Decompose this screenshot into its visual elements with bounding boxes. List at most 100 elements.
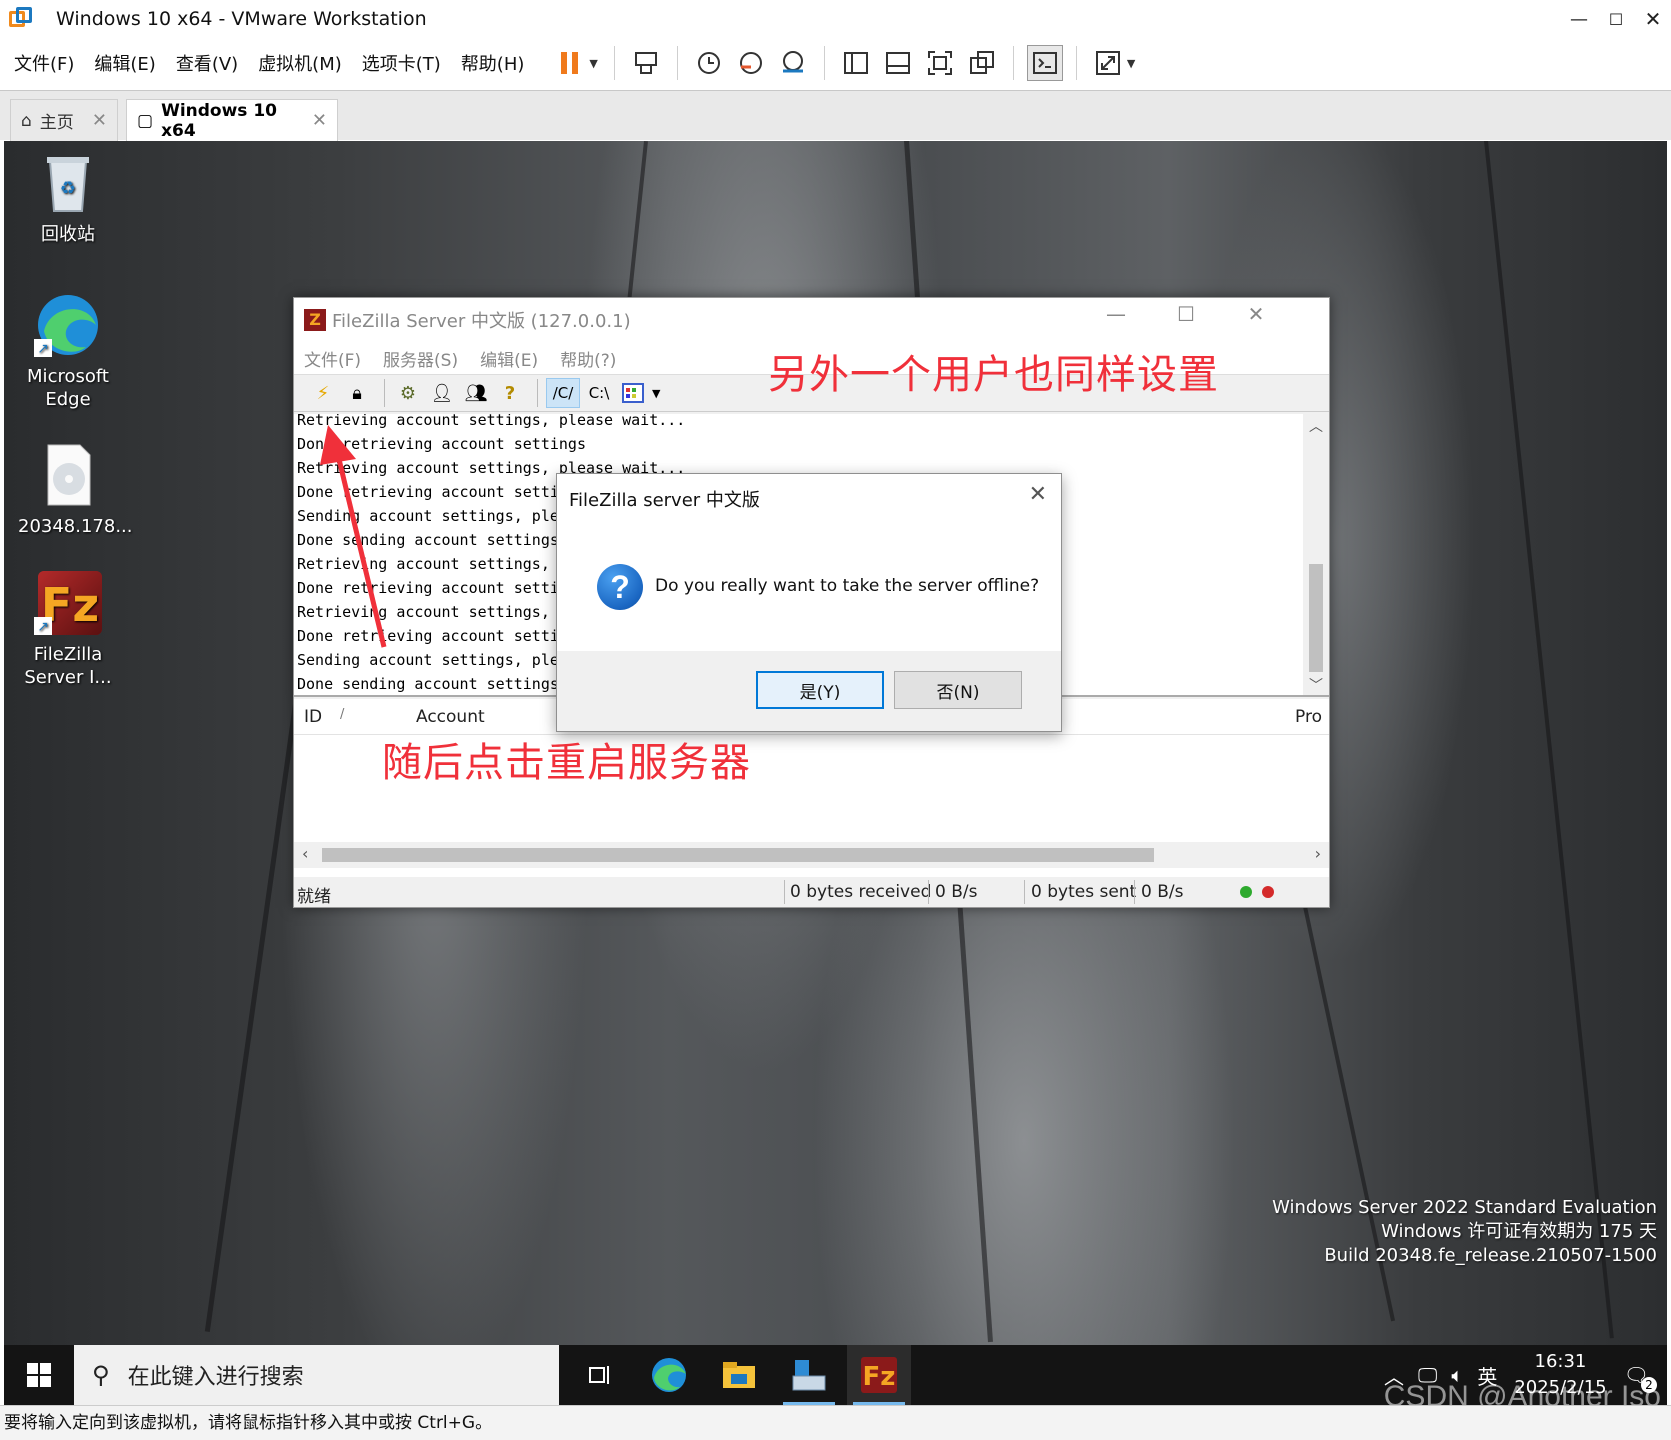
search-placeholder: 在此键入进行搜索 bbox=[127, 1365, 304, 1390]
dialog-title: FileZilla server 中文版 bbox=[569, 490, 760, 511]
lock-icon[interactable]: 🔒︎ bbox=[342, 378, 372, 408]
scroll-up-icon[interactable]: ︿ bbox=[1303, 416, 1329, 436]
confirm-offline-dialog[interactable]: FileZilla server 中文版 ✕ ? Do you really w… bbox=[556, 473, 1062, 732]
status-send-rate: 0 B/s bbox=[1141, 882, 1184, 902]
menu-view[interactable]: 查看(V) bbox=[176, 50, 238, 76]
users-icon[interactable]: 👤︎ bbox=[427, 378, 457, 408]
tab-windows-10[interactable]: ▢ Windows 10 x64 ✕ bbox=[126, 99, 338, 141]
no-button[interactable]: 否(N) bbox=[894, 671, 1022, 709]
log-line: Done retrieving account settings bbox=[297, 435, 586, 453]
rock-texture bbox=[1484, 141, 1614, 1339]
status-divider bbox=[1134, 880, 1135, 904]
fz-maximize-button[interactable]: ☐ bbox=[1156, 302, 1216, 326]
scrollbar-thumb[interactable] bbox=[322, 848, 1154, 862]
menu-vm[interactable]: 虚拟机(M) bbox=[258, 50, 342, 76]
connections-hscrollbar[interactable]: ‹ › bbox=[294, 842, 1329, 868]
desktop-icon-label: Server I... bbox=[24, 667, 112, 688]
show-library-icon[interactable] bbox=[838, 45, 874, 81]
snapshot-manager-icon[interactable] bbox=[775, 45, 811, 81]
fz-menu-edit[interactable]: 编辑(E) bbox=[480, 346, 538, 371]
desktop-icon-label: 20348.178... bbox=[18, 516, 133, 537]
dialog-close-icon[interactable]: ✕ bbox=[1029, 482, 1047, 507]
toolbar-separator bbox=[1012, 46, 1014, 80]
taskbar-server-manager[interactable] bbox=[777, 1345, 841, 1405]
annotation-bottom: 随后点击重启服务器 bbox=[382, 740, 751, 786]
send-led-icon bbox=[1262, 886, 1274, 898]
toolbar-separator bbox=[823, 46, 825, 80]
vmware-menubar: 文件(F) 编辑(E) 查看(V) 虚拟机(M) 选项卡(T) 帮助(H) ▼ … bbox=[0, 38, 1671, 88]
pause-icon[interactable] bbox=[552, 45, 588, 81]
display-dropdown-icon[interactable]: ▼ bbox=[652, 387, 660, 400]
groups-icon[interactable]: 👥︎ bbox=[461, 378, 491, 408]
tab-windows-close-icon[interactable]: ✕ bbox=[312, 110, 327, 131]
annotation-arrow bbox=[320, 425, 387, 648]
fz-close-button[interactable]: ✕ bbox=[1226, 302, 1286, 326]
close-button[interactable]: ✕ bbox=[1627, 0, 1671, 38]
column-account[interactable]: Account bbox=[416, 707, 485, 727]
fz-menu-help[interactable]: 帮助(?) bbox=[560, 346, 616, 371]
log-scrollbar[interactable]: ︿ ﹀ bbox=[1303, 414, 1329, 695]
fz-menu-server[interactable]: 服务器(S) bbox=[383, 346, 458, 371]
fz-menu-file[interactable]: 文件(F) bbox=[304, 346, 361, 371]
path-unix-button[interactable]: /C/ bbox=[546, 378, 580, 408]
desktop-icon-filezilla[interactable]: Fz ↗ FileZilla Server I... bbox=[18, 569, 118, 689]
desktop-icon-iso[interactable]: 20348.178... bbox=[18, 441, 133, 538]
pause-dropdown-icon[interactable]: ▼ bbox=[589, 57, 597, 70]
tab-home-close-icon[interactable]: ✕ bbox=[92, 110, 107, 131]
toolbar-separator bbox=[537, 379, 538, 407]
watermark-line: Windows 许可证有效期为 175 天 bbox=[1381, 1221, 1657, 1242]
search-icon: ⚲ bbox=[92, 1361, 110, 1389]
menu-help[interactable]: 帮助(H) bbox=[461, 50, 525, 76]
taskbar-file-explorer[interactable] bbox=[707, 1345, 771, 1405]
fz-minimize-button[interactable]: — bbox=[1086, 302, 1146, 326]
start-button[interactable] bbox=[4, 1345, 74, 1405]
scroll-down-icon[interactable]: ﹀ bbox=[1303, 675, 1329, 695]
column-protocol[interactable]: Pro bbox=[1295, 707, 1322, 727]
toolbar-separator bbox=[613, 46, 615, 80]
yes-button[interactable]: 是(Y) bbox=[756, 671, 884, 709]
full-screen-icon[interactable] bbox=[922, 45, 958, 81]
stretch-dropdown-icon[interactable]: ▼ bbox=[1127, 57, 1135, 70]
thumbnail-bar-icon[interactable] bbox=[880, 45, 916, 81]
task-view-button[interactable] bbox=[567, 1345, 631, 1405]
svg-text:↗: ↗ bbox=[37, 619, 49, 635]
task-view-icon bbox=[589, 1366, 609, 1384]
display-grid-icon[interactable] bbox=[618, 378, 648, 408]
vmware-statusbar: 要将输入定向到该虚拟机，请将鼠标指针移入其中或按 Ctrl+G。 bbox=[0, 1405, 1671, 1440]
console-view-icon[interactable] bbox=[1026, 45, 1063, 81]
vmware-logo-icon bbox=[6, 6, 36, 32]
revert-snapshot-icon[interactable] bbox=[733, 45, 769, 81]
menu-tabs[interactable]: 选项卡(T) bbox=[362, 50, 441, 76]
path-windows-button[interactable]: C:\ bbox=[584, 378, 614, 408]
send-ctrl-alt-del-icon[interactable] bbox=[628, 45, 664, 81]
unity-icon[interactable] bbox=[964, 45, 1000, 81]
status-divider bbox=[928, 880, 929, 904]
scroll-right-icon[interactable]: › bbox=[1315, 844, 1321, 863]
column-id[interactable]: ID bbox=[304, 707, 322, 727]
recycle-bin-icon: ♻ bbox=[34, 149, 102, 217]
tab-home[interactable]: ⌂ 主页 ✕ bbox=[10, 99, 118, 141]
settings-gear-icon[interactable]: ⚙ bbox=[393, 378, 423, 408]
edge-icon: ↗ bbox=[34, 291, 102, 359]
svg-text:↗: ↗ bbox=[37, 341, 49, 357]
scroll-left-icon[interactable]: ‹ bbox=[302, 844, 308, 863]
menu-edit[interactable]: 编辑(E) bbox=[94, 50, 155, 76]
taskbar-edge[interactable] bbox=[637, 1345, 701, 1405]
folder-icon bbox=[723, 1362, 755, 1388]
question-icon: ? bbox=[597, 564, 643, 610]
scrollbar-thumb[interactable] bbox=[1309, 564, 1323, 672]
svg-text:Fz: Fz bbox=[863, 1362, 896, 1392]
desktop-icon-edge[interactable]: ↗ Microsoft Edge bbox=[18, 291, 118, 411]
status-ready: 就绪 bbox=[297, 887, 331, 907]
desktop-icon-recycle-bin[interactable]: ♻ 回收站 bbox=[18, 149, 118, 246]
svg-text:♻: ♻ bbox=[60, 178, 76, 199]
edge-icon bbox=[652, 1358, 686, 1392]
menu-file[interactable]: 文件(F) bbox=[14, 50, 74, 76]
taskbar-filezilla[interactable]: Fz bbox=[847, 1345, 911, 1405]
snapshot-icon[interactable] bbox=[691, 45, 727, 81]
lightning-icon[interactable]: ⚡ bbox=[308, 378, 338, 408]
window-title: Windows 10 x64 - VMware Workstation bbox=[56, 8, 427, 30]
help-icon[interactable]: ? bbox=[495, 378, 525, 408]
stretch-guest-icon[interactable] bbox=[1090, 45, 1126, 81]
taskbar-search[interactable]: ⚲ 在此键入进行搜索 bbox=[74, 1345, 559, 1405]
